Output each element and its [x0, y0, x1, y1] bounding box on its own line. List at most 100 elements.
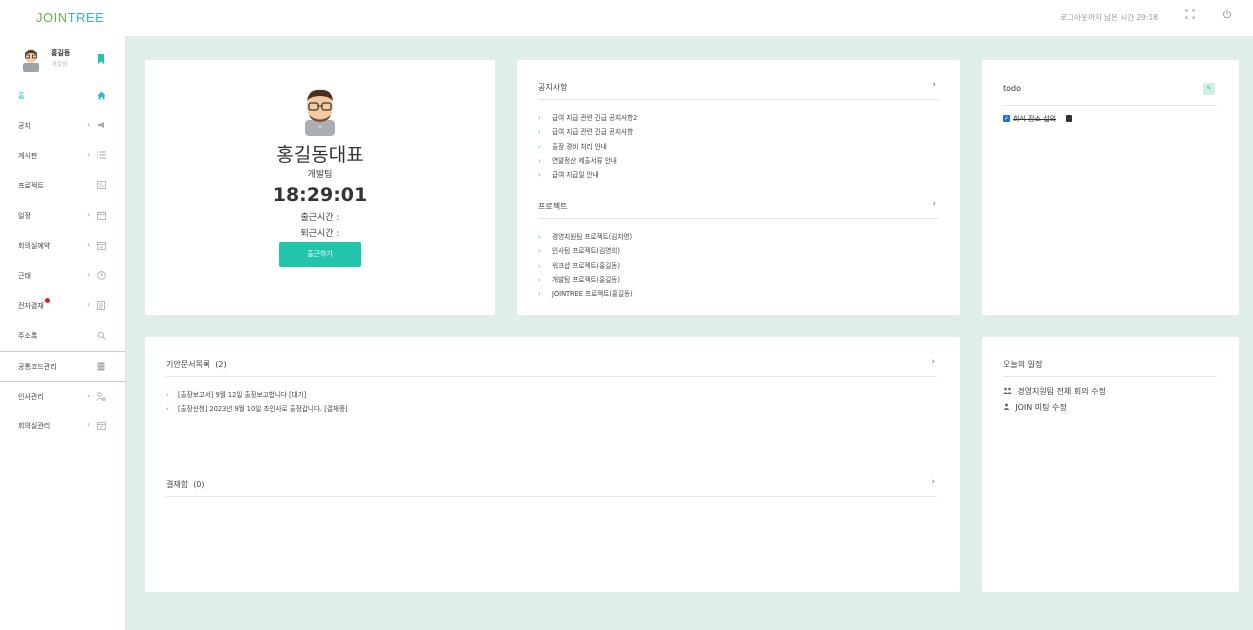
sidebar-item-project[interactable]: 프로젝트	[0, 171, 126, 201]
chevron-right-icon[interactable]: ›	[931, 477, 935, 487]
notice-list: › 급여 지급 관련 긴급 공지사항2 › 급여 지급 관련 긴급 공지사항 › 출장…	[538, 112, 938, 183]
sidebar-item-attendance[interactable]: 근태 ‹	[0, 261, 126, 291]
chevron-left-icon: ‹	[87, 420, 91, 429]
profile-team: 개발팀	[307, 170, 333, 180]
schedule-item[interactable]: 경영지원팀 전체 회의 수정	[1003, 386, 1106, 397]
todo-checkbox[interactable]: ✓	[1003, 115, 1010, 122]
draft-title: 기안문서목록 (2)	[166, 360, 227, 369]
chevron-left-icon: ‹	[87, 391, 91, 400]
current-time: 18:29:01	[272, 184, 368, 206]
chevron-left-icon: ‹	[87, 210, 91, 219]
project-item[interactable]: › JOINTREE 프로젝트(홍길동)	[538, 288, 938, 302]
project-title: 프로젝트	[538, 202, 568, 211]
draft-header[interactable]: 기안문서목록 (2) ›	[166, 357, 937, 377]
notice-item[interactable]: › 급여 지급일 안내	[538, 169, 938, 183]
notification-dot	[45, 298, 50, 303]
check-out-time: 퇴근시간 :	[300, 229, 340, 239]
notice-title: 공지사항	[538, 83, 568, 92]
project-item[interactable]: › 인사팀 프로젝트(김영희)	[538, 245, 938, 259]
todo-text: 회식 장소 섭외	[1013, 115, 1057, 123]
sidebar-item-label: 회의실관리	[18, 422, 51, 430]
search-user-icon	[96, 331, 106, 341]
power-icon[interactable]	[1220, 9, 1234, 23]
chevron-right-icon: ›	[538, 156, 541, 165]
user-settings-icon	[96, 392, 106, 402]
project-item[interactable]: › 개발팀 프로젝트(홍길동)	[538, 274, 938, 288]
sidebar-item-room-admin[interactable]: 회의실관리 ‹	[0, 411, 126, 441]
clock-icon	[96, 271, 106, 281]
chevron-right-icon: ›	[538, 233, 541, 241]
check-in-button[interactable]: 출근하기	[279, 242, 361, 267]
sidebar-item-label: 회의실예약	[18, 242, 51, 250]
person-icon	[1003, 403, 1012, 412]
draft-count: (2)	[215, 360, 227, 369]
sidebar-item-label: 게시판	[18, 152, 38, 160]
profile-avatar	[305, 89, 335, 136]
sidebar-user-name: 홍길동	[51, 49, 71, 57]
sidebar-item-label: 홈	[18, 92, 25, 100]
add-todo-icon[interactable]: ✎	[1203, 83, 1215, 95]
chevron-right-icon[interactable]: ›	[932, 80, 936, 90]
database-icon	[96, 362, 106, 372]
schedule-header: 오늘의 일정	[1003, 357, 1217, 377]
sidebar-item-schedule[interactable]: 일정 ‹	[0, 201, 126, 231]
notice-item[interactable]: › 급여 지급 관련 긴급 공지사항	[538, 126, 938, 140]
chevron-right-icon: ›	[538, 290, 541, 299]
chevron-right-icon[interactable]: ›	[932, 199, 936, 209]
bookmark-icon[interactable]	[96, 53, 106, 65]
project-item[interactable]: › 워크샵 프로젝트(홍길동)	[538, 260, 938, 274]
sidebar-item-label: 프로젝트	[18, 182, 44, 190]
draft-list: › [출장보고서] 9월 12일 출장보고합니다 [대기] › [출장신청] 202…	[166, 389, 937, 418]
sidebar-profile[interactable]: 홍길동 개발팀	[18, 46, 118, 74]
sidebar-item-notice[interactable]: 공지 ‹	[0, 111, 126, 141]
logo[interactable]: JOINTREE	[36, 10, 104, 25]
notice-project-card: 공지사항 › › 급여 지급 관련 긴급 공지사항2 › 급여 지급 관련 긴급 공…	[517, 60, 960, 315]
avatar	[23, 49, 39, 72]
sidebar-item-label: 인사관리	[18, 393, 44, 401]
project-header[interactable]: 프로젝트 ›	[538, 199, 938, 219]
chevron-right-icon: ›	[538, 114, 541, 122]
group-icon	[1003, 387, 1014, 396]
draft-item[interactable]: › [출장보고서] 9월 12일 출장보고합니다 [대기]	[166, 389, 937, 403]
document-icon	[96, 301, 106, 311]
sidebar-item-home[interactable]: 홈	[0, 81, 126, 111]
trash-icon[interactable]	[1066, 115, 1072, 122]
notice-item[interactable]: › 출장 경비 처리 안내	[538, 141, 938, 155]
notice-item[interactable]: › 연말정산 제출서류 안내	[538, 155, 938, 169]
chevron-left-icon: ‹	[87, 270, 91, 279]
sidebar-item-room-reservation[interactable]: 회의실예약 ‹	[0, 231, 126, 261]
todo-header: todo ✎	[1003, 80, 1217, 106]
approval-title: 결재함 (0)	[166, 480, 205, 489]
approval-count: (0)	[193, 480, 205, 489]
notice-item[interactable]: › 급여 지급 관련 긴급 공지사항2	[538, 112, 938, 126]
sidebar: 홍길동 개발팀 홈 공지 ‹ 게시판 ‹ 프로젝트 일정 ‹ 회의실예약 ‹ 근…	[0, 36, 126, 630]
sidebar-item-label: 일정	[18, 212, 31, 220]
notice-header[interactable]: 공지사항 ›	[538, 80, 938, 100]
chevron-left-icon: ‹	[87, 240, 91, 249]
project-item[interactable]: › 경영지원팀 프로젝트(김지영)	[538, 231, 938, 245]
sidebar-menu: 홈 공지 ‹ 게시판 ‹ 프로젝트 일정 ‹ 회의실예약 ‹ 근태 ‹ 전자결재…	[0, 81, 126, 441]
profile-card: 홍길동대표 개발팀 18:29:01 출근시간 : 퇴근시간 : 출근하기	[145, 60, 495, 315]
calendar-check-icon	[96, 241, 106, 251]
sidebar-item-approval[interactable]: 전자결재 ‹	[0, 291, 126, 321]
chevron-right-icon: ›	[538, 128, 541, 137]
sidebar-item-board[interactable]: 게시판 ‹	[0, 141, 126, 171]
sidebar-item-hr[interactable]: 인사관리 ‹	[0, 381, 126, 411]
calendar-icon	[96, 211, 106, 221]
sidebar-item-address-book[interactable]: 주소록	[0, 321, 126, 351]
documents-card: 기안문서목록 (2) › › [출장보고서] 9월 12일 출장보고합니다 [대기…	[145, 337, 960, 592]
chevron-left-icon: ‹	[87, 150, 91, 159]
fullscreen-icon[interactable]	[1183, 9, 1197, 23]
top-bar: JOINTREE 로그아웃까지 남은 시간 29:18	[0, 0, 1253, 36]
sidebar-item-label: 공통코드관리	[18, 363, 57, 371]
sidebar-item-label: 전자결재	[18, 302, 44, 310]
approval-header[interactable]: 결재함 (0) ›	[166, 477, 937, 497]
sidebar-item-common-code[interactable]: 공통코드관리	[0, 351, 126, 381]
draft-item[interactable]: › [출장신청] 2023년 9월 10일 조인사로 출장갑니다. [결재중]	[166, 403, 937, 417]
chevron-right-icon[interactable]: ›	[931, 357, 935, 367]
schedule-item[interactable]: JOIN 미팅 수정	[1003, 402, 1067, 413]
logo-tree: TREE	[67, 10, 105, 25]
project-list: › 경영지원팀 프로젝트(김지영) › 인사팀 프로젝트(김영희) › 워크샵 프로젝…	[538, 231, 938, 302]
todo-card: todo ✎ ✓ 회식 장소 섭외	[982, 60, 1239, 315]
calendar-edit-icon	[96, 421, 106, 431]
